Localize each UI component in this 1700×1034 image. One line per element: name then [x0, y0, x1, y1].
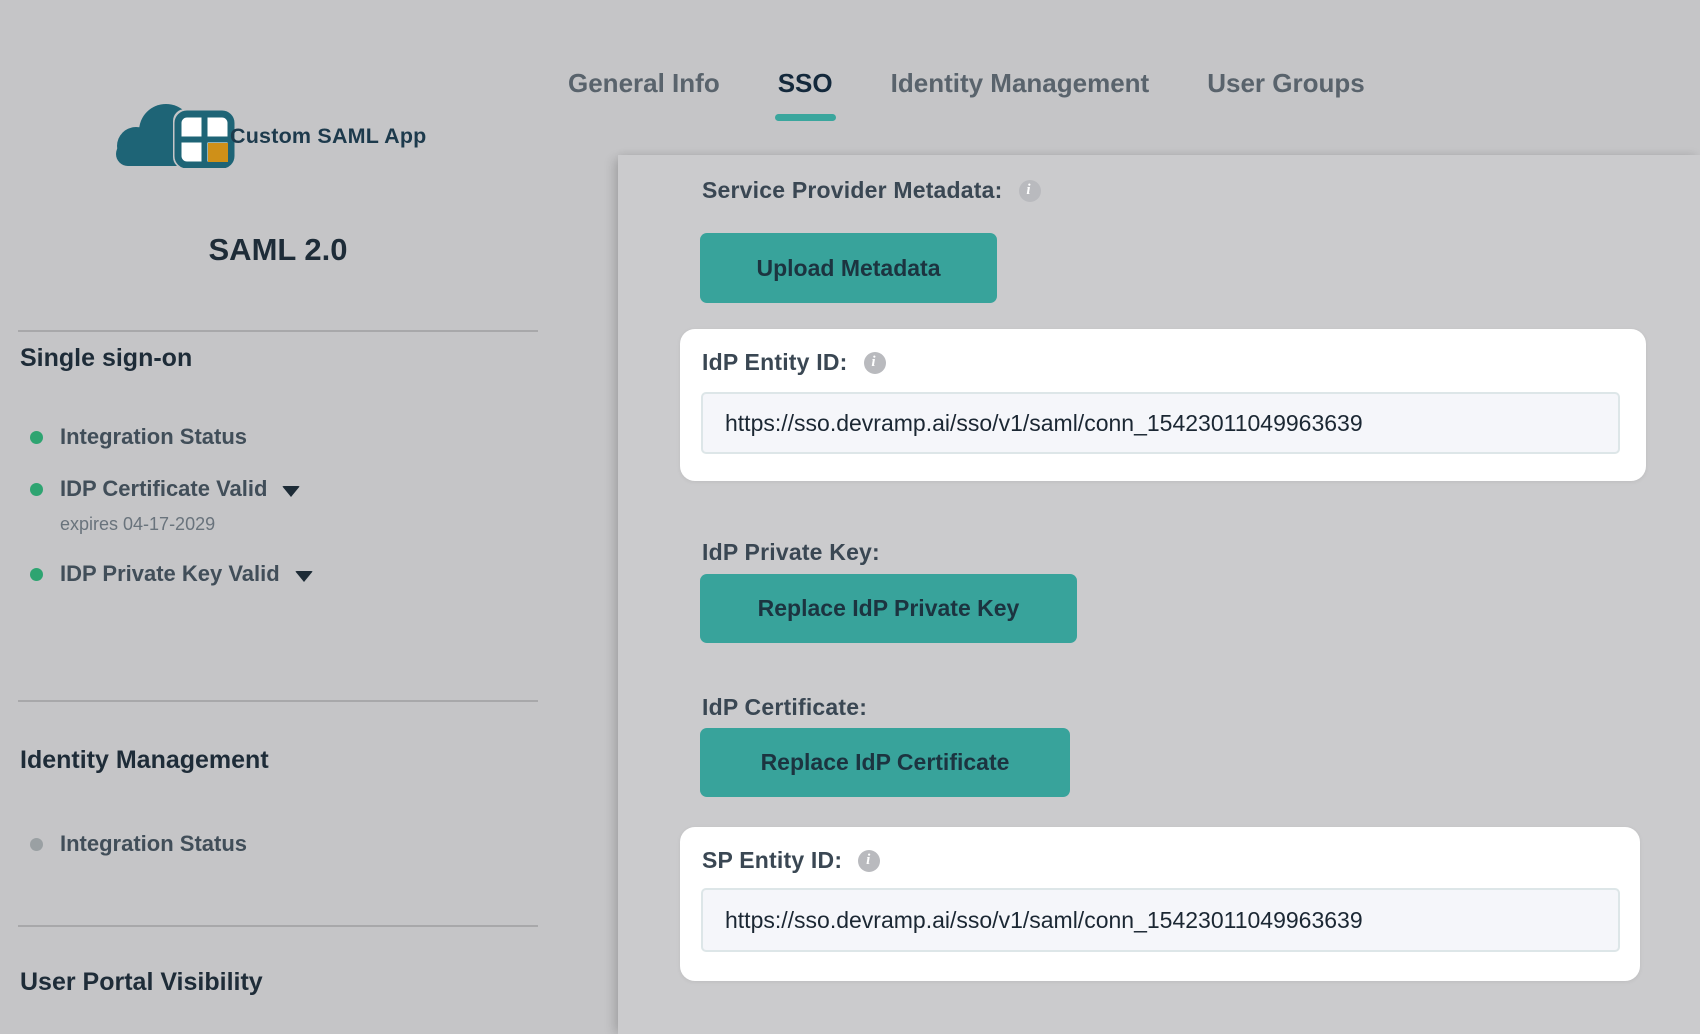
sidebar-item-idp-private-key-valid[interactable]: IDP Private Key Valid [30, 561, 313, 587]
sidebar-item-integration-status: Integration Status [30, 424, 247, 450]
sso-settings-panel: Service Provider Metadata: i Upload Meta… [618, 155, 1700, 1034]
section-header-single-sign-on: Single sign-on [20, 344, 192, 373]
tab-user-groups[interactable]: User Groups [1207, 68, 1365, 121]
idp-private-key-label: IdP Private Key: [702, 539, 880, 566]
cloud-grid-logo-icon [100, 100, 240, 168]
tab-identity-management[interactable]: Identity Management [891, 68, 1150, 121]
sp-entity-id-row: SP Entity ID: i [702, 847, 880, 874]
app-logo: Custom SAML App [100, 100, 520, 170]
sidebar-item-integration-status-idm: Integration Status [30, 831, 247, 857]
status-dot-gray [30, 838, 43, 851]
status-dot-green [30, 431, 43, 444]
idp-entity-id-row: IdP Entity ID: i [702, 349, 886, 376]
upload-metadata-button[interactable]: Upload Metadata [700, 233, 997, 303]
sidebar: Custom SAML App SAML 2.0 Single sign-on … [0, 0, 618, 1034]
caret-down-icon[interactable] [295, 571, 313, 582]
service-provider-metadata-row: Service Provider Metadata: i [702, 177, 1041, 204]
service-provider-metadata-label: Service Provider Metadata: [702, 177, 1003, 204]
sidebar-divider [18, 925, 538, 927]
idp-entity-id-label: IdP Entity ID: [702, 349, 848, 376]
certificate-expiry-text: expires 04-17-2029 [60, 514, 215, 535]
section-header-identity-management: Identity Management [20, 746, 269, 775]
replace-idp-certificate-button[interactable]: Replace IdP Certificate [700, 728, 1070, 797]
sp-entity-id-input[interactable] [701, 888, 1620, 952]
active-tab-underline [775, 114, 836, 121]
caret-down-icon[interactable] [282, 486, 300, 497]
tab-bar: General Info SSO Identity Management Use… [568, 68, 1365, 121]
idp-entity-id-card: IdP Entity ID: i [680, 329, 1646, 481]
info-icon[interactable]: i [864, 352, 886, 374]
sp-entity-id-label: SP Entity ID: [702, 847, 842, 874]
replace-idp-private-key-button[interactable]: Replace IdP Private Key [700, 574, 1077, 643]
status-dot-green [30, 483, 43, 496]
tab-sso[interactable]: SSO [778, 68, 833, 121]
section-header-user-portal-visibility: User Portal Visibility [20, 968, 263, 997]
tab-general-info[interactable]: General Info [568, 68, 720, 121]
idp-entity-id-input[interactable] [701, 392, 1620, 454]
sidebar-item-idp-certificate-valid[interactable]: IDP Certificate Valid [30, 476, 300, 502]
sidebar-divider [18, 330, 538, 332]
protocol-title: SAML 2.0 [0, 232, 556, 268]
sp-entity-id-card: SP Entity ID: i [680, 827, 1640, 981]
sidebar-divider [18, 700, 538, 702]
idp-certificate-label: IdP Certificate: [702, 694, 867, 721]
info-icon[interactable]: i [858, 850, 880, 872]
app-name: Custom SAML App [230, 124, 427, 149]
info-icon[interactable]: i [1019, 180, 1041, 202]
status-dot-green [30, 568, 43, 581]
